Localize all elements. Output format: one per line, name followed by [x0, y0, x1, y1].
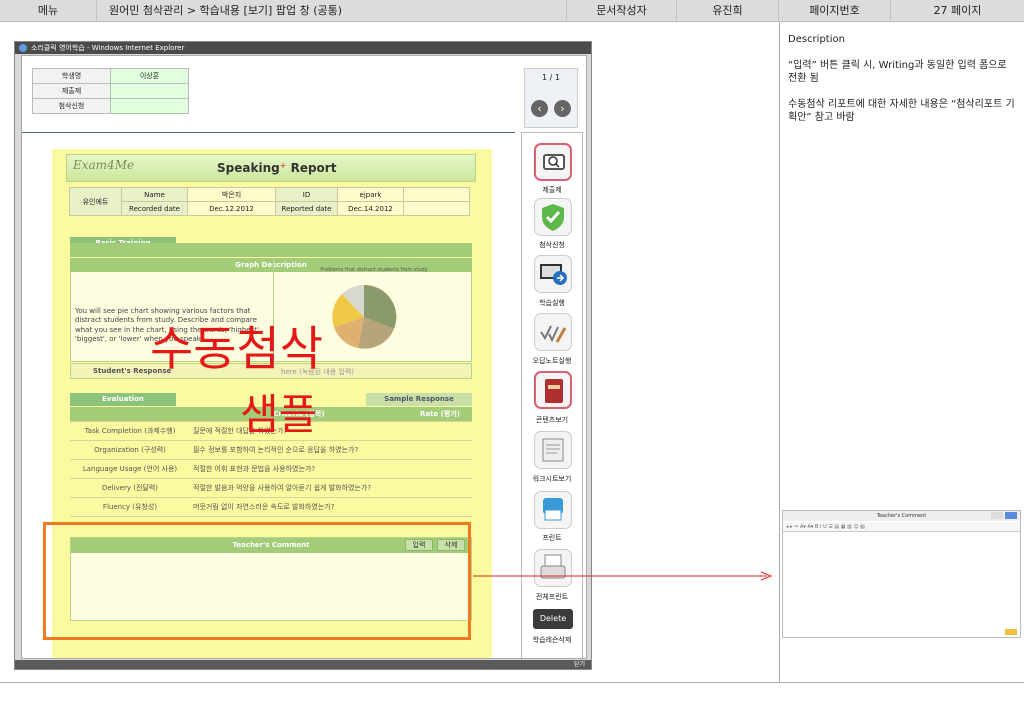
name-label: Name — [121, 187, 188, 202]
evaluation-tab[interactable]: Evaluation — [70, 393, 176, 406]
reported-date-value: Dec.14.2012 — [337, 201, 404, 216]
sidebar-label-submit: 제출제 — [542, 186, 562, 194]
criteria-description: 적절한 발음과 억양을 사용하여 알아듣기 쉽게 발화하였는가? — [190, 478, 408, 498]
mini-confirm-button[interactable] — [1005, 629, 1017, 635]
student-info-table: 학생명 이상훈 제출제 첨삭신청 — [32, 68, 189, 114]
rate-cell[interactable] — [408, 421, 472, 441]
sidebar-label-correction: 첨삭신청 — [539, 241, 565, 249]
graph-description-bar — [70, 243, 472, 257]
info-empty-cell-1 — [403, 187, 470, 202]
checkmark-pencil-icon[interactable] — [534, 313, 572, 351]
rate-cell[interactable] — [408, 478, 472, 498]
student-name-value: 이상훈 — [110, 68, 189, 84]
criteria-item: Task Completion (과제수행) — [70, 421, 190, 441]
arrow-connector — [473, 571, 773, 581]
criteria-description: 적절한 어휘 표현과 문법을 사용하였는가? — [190, 459, 408, 479]
sidebar-label-worksheet: 워크시트보기 — [532, 475, 572, 483]
student-name-label: 학생명 — [32, 68, 111, 84]
monitor-arrow-icon[interactable] — [534, 255, 572, 293]
name-value: 박은지 — [187, 187, 276, 202]
rate-cell[interactable] — [408, 459, 472, 479]
book-icon[interactable] — [534, 371, 572, 409]
sidebar-label-content: 콘텐츠보기 — [535, 416, 569, 424]
criteria-item: Language Usage (언어 사용) — [70, 459, 190, 479]
rate-header: Rate (평가) — [408, 407, 472, 422]
criteria-item: Delivery (전달력) — [70, 478, 190, 498]
id-label: ID — [275, 187, 338, 202]
page-number-value: 27 페이지 — [933, 4, 982, 17]
window-status-bar: 닫기 — [15, 660, 591, 669]
rate-cell[interactable] — [408, 497, 472, 517]
submit-label: 제출제 — [32, 83, 111, 99]
report-title: Speaking+ Report — [217, 161, 337, 175]
author-label: 문서작성자 — [567, 0, 677, 22]
mini-cancel-button[interactable] — [991, 512, 1003, 519]
page-number-label: 페이지번호 — [779, 0, 891, 22]
browser-icon — [19, 44, 27, 52]
rate-cell[interactable] — [408, 440, 472, 460]
mini-toolbar: ◂ ▸ ✂ A▾ A▾ B I U ☰ ▤ ▦ ▥ ☺ ▧ — [783, 522, 1020, 532]
shield-check-icon[interactable] — [534, 198, 572, 236]
report-title-bar: Exam4Me Speaking+ Report — [66, 154, 476, 182]
id-value: ejpark — [337, 187, 404, 202]
correction-request-label: 첨삭신청 — [32, 98, 111, 114]
sidebar-label-learn: 학습실행 — [539, 299, 565, 307]
mini-title: Teacher's Comment — [783, 511, 1020, 521]
report-info-table: 유인에듀 Name 박은지 ID ejpark Recorded date De… — [69, 187, 470, 216]
criteria-item: Fluency (유창성) — [70, 497, 190, 517]
menu-path: 원어민 첨삭관리 > 학습내용 [보기] 팝업 창 (공통) — [97, 0, 567, 22]
description-note-input: “입력” 버튼 클릭 시, Writing과 동일한 입력 폼으로 전환 됨 — [788, 59, 1007, 85]
comment-editor-preview: Teacher's Comment ◂ ▸ ✂ A▾ A▾ B I U ☰ ▤ … — [782, 510, 1021, 638]
mini-save-button[interactable] — [1005, 512, 1017, 519]
sidebar-label-delete-lesson: 학습레슨삭제 — [532, 636, 572, 644]
sidebar-label-print: 프린트 — [542, 534, 562, 542]
sidebar-label-wrong-note: 오답노트실행 — [532, 357, 572, 365]
sidebar-label-print-all: 전체프린트 — [535, 593, 569, 601]
sample-stamp: 수동첨삭 — [150, 322, 323, 377]
description-title: Description — [788, 34, 845, 45]
prev-page-button[interactable]: ‹ — [531, 100, 548, 117]
page-indicator: 1 / 1 — [542, 73, 560, 82]
window-titlebar: 소리클릭 영어학습 - Windows Internet Explorer — [15, 42, 591, 54]
recorded-date-value: Dec.12.2012 — [187, 201, 276, 216]
description-panel: Description “입력” 버튼 클릭 시, Writing과 동일한 입… — [788, 33, 1016, 137]
content-separator — [22, 132, 515, 133]
info-empty-cell-2 — [403, 201, 470, 216]
next-page-button[interactable]: › — [554, 100, 571, 117]
author-name: 유진희 — [677, 0, 779, 22]
magnifier-icon[interactable] — [534, 143, 572, 181]
logo: Exam4Me — [73, 158, 135, 172]
sample-response-tab[interactable]: Sample Response — [366, 393, 472, 406]
reported-date-label: Reported date — [275, 201, 338, 216]
close-link[interactable]: 닫기 — [574, 661, 585, 668]
criteria-spacer — [70, 407, 190, 422]
criteria-description: 머뭇거림 없이 자연스러운 속도로 발화하였는가? — [190, 497, 408, 517]
window-title: 소리클릭 영어학습 - Windows Internet Explorer — [31, 44, 185, 52]
description-note-report: 수동첨삭 리포트에 대한 자세한 내용은 “첨삭리포트 기획안” 참고 바람 — [788, 98, 1015, 124]
printer-icon[interactable] — [534, 491, 572, 529]
menu-label: 메뉴 — [0, 0, 97, 22]
bottom-border — [0, 682, 1024, 683]
sample-stamp-2: 샘플 — [240, 390, 318, 439]
delete-button[interactable]: Delete — [533, 609, 573, 629]
recorded-date-label: Recorded date — [121, 201, 188, 216]
description-divider — [779, 22, 780, 682]
document-header: 메뉴 원어민 첨삭관리 > 학습내용 [보기] 팝업 창 (공통) 문서작성자 … — [0, 0, 1024, 22]
pie-chart-title: Problems that distract students from stu… — [320, 267, 428, 273]
criteria-item: Organization (구성력) — [70, 440, 190, 460]
submit-value — [110, 83, 189, 99]
criteria-description: 필수 정보를 포함하여 논리적인 순으로 응답을 하였는가? — [190, 440, 408, 460]
institute-name: 유인에듀 — [69, 187, 122, 216]
correction-request-value — [110, 98, 189, 114]
highlight-box — [43, 522, 471, 640]
pager: 1 / 1 ‹ › — [524, 68, 578, 128]
document-icon[interactable] — [534, 431, 572, 469]
